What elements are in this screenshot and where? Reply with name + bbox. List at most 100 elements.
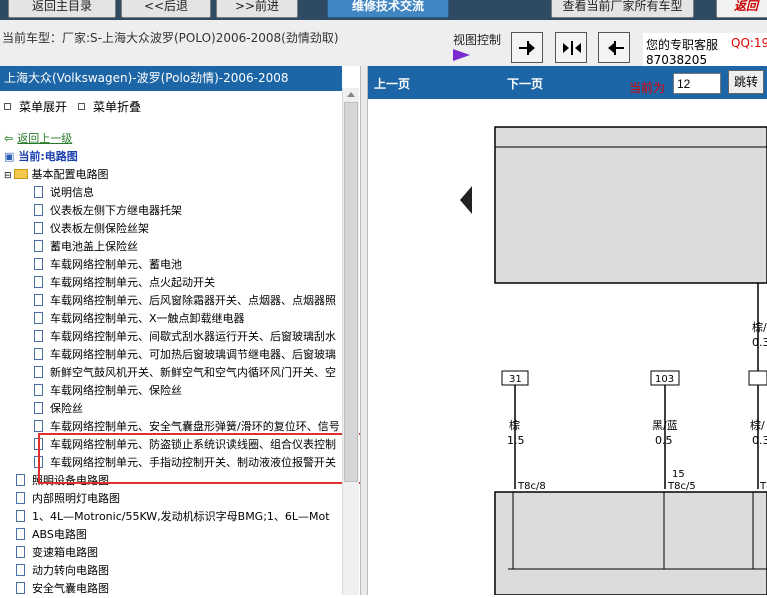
tree-item-label: 车载网络控制单元、间歇式刮水器运行开关、后窗玻璃刮水 <box>50 330 336 343</box>
tree-item[interactable]: 新鲜空气鼓风机开关、新鲜空气和空气内循环风门开关、空 <box>34 364 336 382</box>
tree-item-label: 车载网络控制单元、保险丝 <box>50 384 182 397</box>
wire-c-size: 0.3 <box>752 336 767 349</box>
view-left-only-button[interactable] <box>511 32 543 63</box>
tree-item[interactable]: 说明信息 <box>34 184 94 202</box>
tree-item-label: 车载网络控制单元、后风窗除霜器开关、点烟器、点烟器照 <box>50 294 336 307</box>
tree-item-label: 车载网络控制单元、蓄电池 <box>50 258 182 271</box>
tree-top-item-label: 安全气囊电路图 <box>32 582 109 595</box>
tree-item[interactable]: 车载网络控制单元、间歇式刮水器运行开关、后窗玻璃刮水 <box>34 328 336 346</box>
tree-top-item-label: 动力转向电路图 <box>32 564 109 577</box>
tree-item[interactable]: 仪表板左侧保险丝架 <box>34 220 149 238</box>
tree-top-item-label: 变速箱电路图 <box>32 546 98 559</box>
tree-item[interactable]: 车载网络控制单元、蓄电池 <box>34 256 182 274</box>
tree-item[interactable]: 保险丝 <box>34 400 83 418</box>
vertical-scrollbar[interactable] <box>342 88 359 595</box>
current-node-label: 当前:电路图 <box>18 150 78 163</box>
connector-b-label: 103 <box>655 374 674 385</box>
wire-c-color: 棕/ <box>752 320 767 334</box>
view-split-button[interactable] <box>555 32 587 63</box>
back-button[interactable]: <<后退 <box>121 0 211 18</box>
forward-button[interactable]: >>前进 <box>216 0 298 18</box>
folder-node[interactable]: ⊟ 基本配置电路图 <box>4 166 109 184</box>
panel-splitter[interactable] <box>360 66 368 595</box>
tree-item[interactable]: 车载网络控制单元、后风窗除霜器开关、点烟器、点烟器照 <box>34 292 336 310</box>
tree-item-label: 保险丝 <box>50 402 83 415</box>
page-number-input[interactable] <box>673 73 721 94</box>
connector-a-label: 31 <box>509 374 522 385</box>
document-icon <box>34 330 43 342</box>
tree-item[interactable]: 车载网络控制单元、可加热后窗玻璃调节继电器、后窗玻璃 <box>34 346 336 364</box>
document-icon <box>16 564 25 576</box>
page-nav-bar: 上一页 下一页 当前为 跳转 <box>368 66 767 99</box>
current-node: ▣ 当前:电路图 <box>4 148 78 166</box>
expand-right-icon <box>519 41 535 55</box>
model-bar: 当前车型：厂家:S-上海大众波罗(POLO)2006-2008(劲情劲取) 视图… <box>0 20 767 71</box>
open-folder-icon <box>13 169 28 179</box>
tree-top-item[interactable]: 1、4L—Motronic/55KW,发动机标识字母BMG;1、6L—Mot <box>16 508 330 526</box>
document-icon <box>16 492 25 504</box>
document-icon <box>16 546 25 558</box>
tree-item-label: 车载网络控制单元、安全气囊盘形弹簧/滑环的复位环、信号 <box>50 420 340 433</box>
document-icon <box>34 240 43 252</box>
scroll-thumb[interactable] <box>344 102 358 482</box>
page-left-arrow-icon <box>460 186 472 214</box>
home-button[interactable]: 返回主目录 <box>8 0 116 18</box>
document-icon <box>34 258 43 270</box>
pin-c-label: T8c/5 <box>667 481 696 492</box>
wire-d-size: 0.3 <box>752 434 767 447</box>
document-icon <box>16 474 25 486</box>
module-bottom-block <box>494 491 767 596</box>
tree-top-item-label: 1、4L—Motronic/55KW,发动机标识字母BMG;1、6L—Mot <box>32 510 330 523</box>
prev-page-link[interactable]: 上一页 <box>374 75 410 92</box>
collapse-icon <box>78 103 85 110</box>
document-icon <box>34 186 43 198</box>
menu-collapse-label: 菜单折叠 <box>93 100 142 114</box>
pin-a-label: T8c/8 <box>517 481 546 492</box>
menu-header: 上海大众(Volkswagen)-波罗(Polo劲情)-2006-2008 <box>0 66 342 91</box>
wire-a-color: 棕 <box>509 418 520 432</box>
menu-expand-button[interactable]: 菜单展开 <box>4 98 67 115</box>
top-toolbar: 返回主目录 <<后退 >>前进 维修技术交流 查看当前厂家所有车型 返回 <box>0 0 767 20</box>
back-up-link[interactable]: ⇦ 返回上一级 <box>4 130 72 148</box>
wire-b-color: 黑/蓝 <box>652 419 678 432</box>
forum-button[interactable]: 维修技术交流 <box>327 0 449 18</box>
menu-expand-label: 菜单展开 <box>19 100 68 114</box>
wire-d-color: 棕/ <box>750 418 765 432</box>
document-icon <box>34 204 43 216</box>
current-page-label: 当前为 <box>629 81 666 95</box>
menu-collapse-button[interactable]: 菜单折叠 <box>78 98 141 115</box>
tree-top-item[interactable]: ABS电路图 <box>16 526 87 544</box>
view-right-only-button[interactable] <box>598 32 630 63</box>
expand-icon <box>4 103 11 110</box>
document-icon <box>34 402 43 414</box>
tree-item[interactable]: 车载网络控制单元、保险丝 <box>34 382 182 400</box>
scroll-up-icon[interactable] <box>347 92 355 97</box>
document-icon <box>34 348 43 360</box>
tree-item[interactable]: 蓄电池盖上保险丝 <box>34 238 138 256</box>
tree-item[interactable]: 仪表板左侧下方继电器托架 <box>34 202 182 220</box>
tree-top-item[interactable]: 动力转向电路图 <box>16 562 109 580</box>
tree-top-item-label: ABS电路图 <box>32 528 87 541</box>
tree-item-label: 仪表板左侧保险丝架 <box>50 222 149 235</box>
jump-button[interactable]: 跳转 <box>728 70 764 94</box>
tree-item-label: 说明信息 <box>50 186 94 199</box>
tree-item[interactable]: 车载网络控制单元、点火起动开关 <box>34 274 215 292</box>
tree-item-label: 车载网络控制单元、X一触点卸载继电器 <box>50 312 245 325</box>
all-models-button[interactable]: 查看当前厂家所有车型 <box>551 0 694 18</box>
tree-top-item[interactable]: 安全气囊电路图 <box>16 580 109 598</box>
document-icon <box>16 510 25 522</box>
service-label: 您的专职客服 <box>646 38 719 52</box>
tree-item[interactable]: 车载网络控制单元、X一触点卸载继电器 <box>34 310 245 328</box>
document-icon <box>16 528 25 540</box>
next-page-link[interactable]: 下一页 <box>507 75 543 92</box>
document-icon <box>34 312 43 324</box>
tree-top-item[interactable]: 变速箱电路图 <box>16 544 98 562</box>
return-button[interactable]: 返回 <box>716 0 767 18</box>
tree-top-item[interactable]: 内部照明灯电路图 <box>16 490 120 508</box>
wire-a-size: 1.5 <box>507 434 525 447</box>
connector-c-box <box>748 370 767 386</box>
menu-panel: 上海大众(Volkswagen)-波罗(Polo劲情)-2006-2008 菜单… <box>0 66 400 598</box>
tree-item-label: 仪表板左侧下方继电器托架 <box>50 204 182 217</box>
view-arrow-icon <box>453 49 470 61</box>
service-qq-link[interactable]: QQ:19 <box>731 36 767 50</box>
